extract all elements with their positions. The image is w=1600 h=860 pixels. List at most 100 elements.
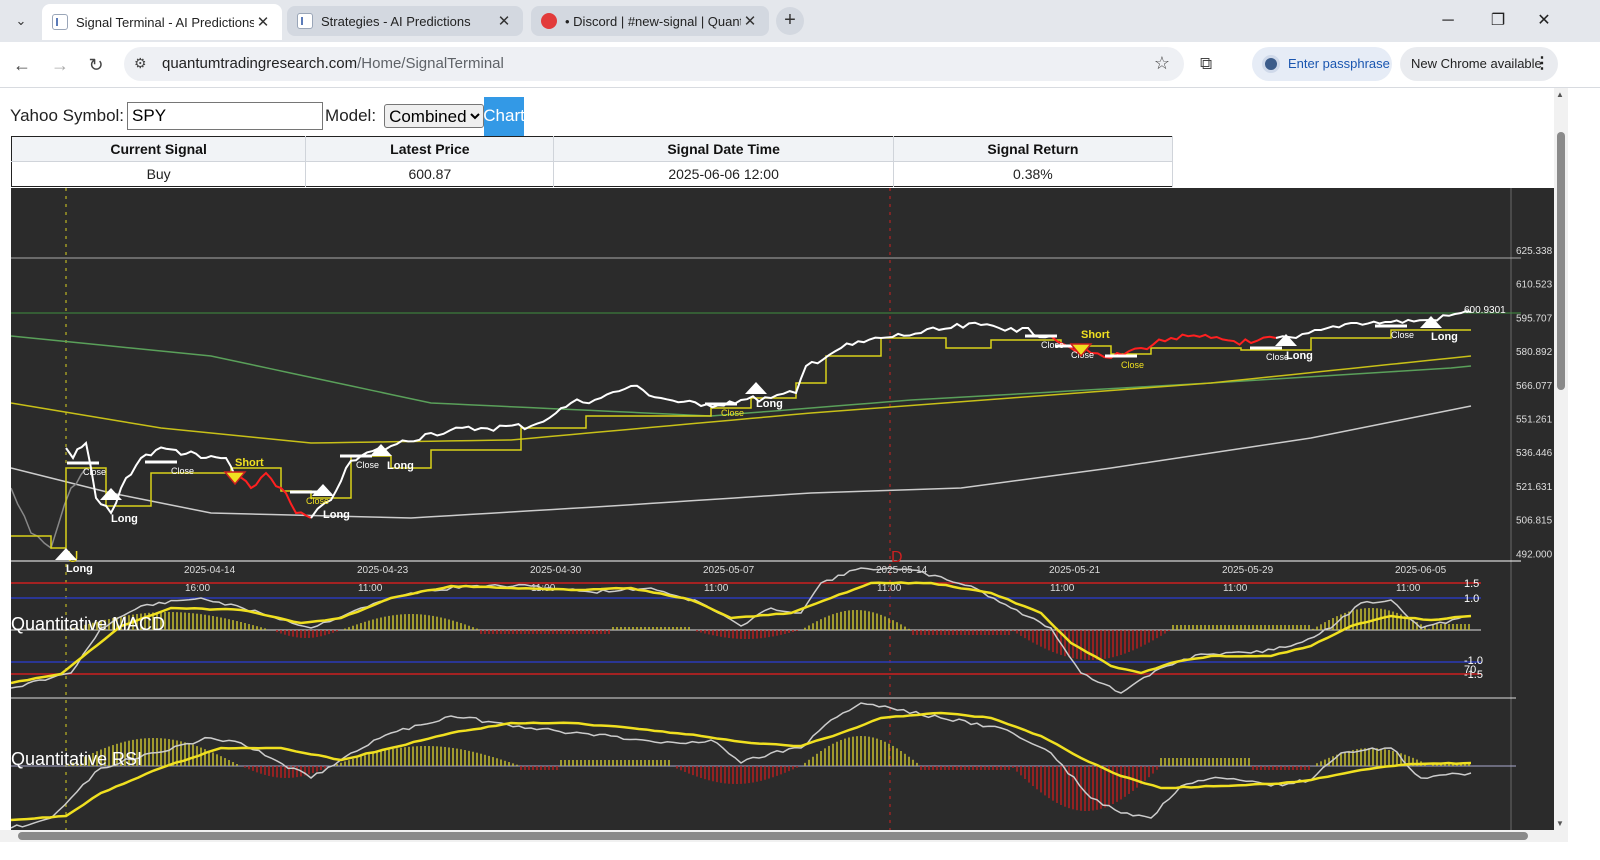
date-tick-label: 2025-04-30 [530,565,582,576]
last-price-label: 600.9301 [1464,305,1506,316]
short-price-segment [235,471,312,519]
signal-label: Close [83,467,106,477]
reload-icon[interactable]: ↻ [82,51,110,79]
tab-title: Signal Terminal - AI Predictions [76,14,254,30]
column-header: Current Signal [11,136,307,162]
model-label: Model: [325,106,377,125]
site-info-icon[interactable]: ⚙ [134,55,147,72]
symbol-input[interactable] [127,102,324,130]
close-icon[interactable]: ✕ [741,12,759,30]
signal-label: Close [1391,330,1414,340]
time-tick-label: 11:00 [1050,583,1075,594]
chart-button[interactable]: Chart [483,96,525,136]
extensions-icon[interactable]: ⧉ [1200,54,1212,74]
macd-panel-title: Quantitative MACD [11,614,165,634]
tab-search-chevron-icon[interactable]: ⌄ [8,8,34,34]
horizontal-scrollbar[interactable] [0,830,1568,842]
window-edge [1568,88,1600,842]
scroll-up-icon[interactable]: ▲ [1556,90,1564,99]
column-header: Latest Price [305,136,555,162]
date-tick-label: 2025-05-07 [703,565,755,576]
bookmark-star-icon[interactable]: ☆ [1154,53,1170,74]
column-header: Signal Date Time [553,136,894,162]
discord-icon [541,13,557,29]
forward-icon[interactable]: → [46,51,74,79]
signal-label: Short [235,457,264,469]
date-tick-label: 2025-05-29 [1222,565,1274,576]
window-close-icon[interactable]: ✕ [1524,6,1564,36]
price-tick-label: 492.000 [1516,549,1553,560]
symbol-label: Yahoo Symbol: [10,106,125,125]
scroll-down-icon[interactable]: ▼ [1556,819,1564,828]
passphrase-label: Enter passphrase [1288,56,1390,71]
tab-strategies[interactable]: Strategies - AI Predictions ✕ [287,6,523,36]
tab-discord[interactable]: • Discord | #new-signal | Quantum ✕ [531,6,769,36]
close-icon[interactable]: ✕ [254,13,272,31]
price-tick-label: 625.338 [1516,246,1553,257]
close-icon[interactable]: ✕ [495,12,513,30]
browser-toolbar: ← → ↻ ⚙ quantumtradingresearch.com/Home/… [0,42,1600,88]
vertical-scrollbar[interactable]: ▲ ▼ [1554,88,1568,830]
signal-label: Long [1286,350,1313,362]
signal-label: Long [756,398,783,410]
document-icon [297,13,313,29]
date-tick-label: 2025-05-21 [1049,565,1101,576]
new-tab-button[interactable]: + [776,7,804,35]
signal-label: Close [171,466,194,476]
macd-level-label: 1.0 [1464,593,1479,605]
chart-svg[interactable]: UD625.338610.523595.707580.892566.077551… [10,188,1554,830]
signal-label: Close [306,496,329,506]
price-tick-label: 566.077 [1516,381,1553,392]
signal-label: Close [356,460,379,470]
table-row: Buy 600.87 2025-06-06 12:00 0.38% [11,161,1174,187]
signal-table: Current Signal Latest Price Signal Date … [11,136,1174,187]
time-tick-label: 11:00 [1223,583,1248,594]
signal-label: Long [66,563,93,575]
tab-title: Strategies - AI Predictions [321,13,471,29]
rsi-level-label: 70 [1464,664,1476,676]
long-marker-icon [312,484,334,496]
time-tick-label: 11:00 [1396,583,1421,594]
rsi-panel-title: Quantitative RSI [11,749,142,769]
table-cell: Buy [11,161,307,187]
price-tick-label: 580.892 [1516,347,1553,358]
tab-signal-terminal[interactable]: Signal Terminal - AI Predictions ✕ [42,4,282,40]
ma-gray-line [10,405,1472,519]
table-cell: 600.87 [305,161,555,187]
time-tick-label: 16:00 [185,583,210,594]
back-icon[interactable]: ← [8,51,36,79]
signal-label: Long [111,513,138,525]
scrollbar-thumb[interactable] [1557,132,1565,390]
table-cell: 2025-06-06 12:00 [553,161,894,187]
url-host: quantumtradingresearch.com [162,55,358,72]
address-bar[interactable]: ⚙ quantumtradingresearch.com/Home/Signal… [124,47,1184,81]
price-tick-label: 551.261 [1516,415,1553,426]
model-select[interactable]: Combined [384,104,485,128]
tab-strip: ⌄ Signal Terminal - AI Predictions ✕ Str… [0,0,1600,42]
signal-label: Short [1081,329,1110,341]
price-tick-label: 506.815 [1516,516,1553,527]
price-tick-label: 521.631 [1516,482,1553,493]
price-tick-label: 610.523 [1516,280,1553,291]
signal-label: Long [1431,331,1458,343]
update-label: New Chrome available [1411,56,1542,71]
time-tick-label: 11:00 [358,583,383,594]
window-bottom [0,842,1600,860]
price-tick-label: 595.707 [1516,313,1553,324]
table-header-row: Current Signal Latest Price Signal Date … [11,136,1174,162]
signal-label: Long [323,509,350,521]
signal-label: Long [387,460,414,472]
time-tick-label: 11:00 [877,583,902,594]
url-path: /Home/SignalTerminal [357,55,504,72]
passphrase-button[interactable]: Enter passphrase [1252,47,1392,81]
url-text: quantumtradingresearch.com/Home/SignalTe… [162,55,504,72]
minimize-icon[interactable]: ─ [1428,6,1468,36]
scrollbar-thumb[interactable] [18,832,1528,840]
restore-icon[interactable]: ❐ [1478,6,1518,36]
signal-chart[interactable]: UD625.338610.523595.707580.892566.077551… [10,188,1554,830]
menu-dots-icon[interactable]: ⋮ [1534,47,1550,81]
signal-label: Close [1121,360,1144,370]
update-chrome-button[interactable]: New Chrome available ⋮ [1400,47,1558,81]
column-header: Signal Return [893,136,1174,162]
time-tick-label: 11:00 [704,583,729,594]
